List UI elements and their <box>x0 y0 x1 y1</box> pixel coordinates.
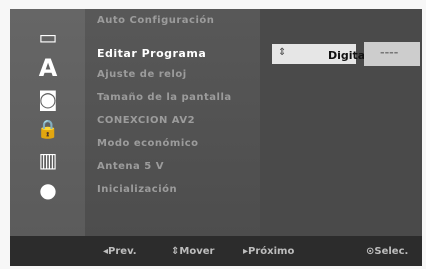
menu-item-eco-mode[interactable]: Modo económico <box>97 138 199 149</box>
audio-icon[interactable]: ◙ <box>27 86 69 112</box>
next-hint: ▸Próximo <box>243 246 295 257</box>
film-icon[interactable]: ▥ <box>27 147 69 173</box>
menu-item-clock[interactable]: Ajuste de reloj <box>97 69 187 80</box>
tv-icon[interactable]: ▭ <box>27 24 69 50</box>
disc-icon[interactable]: ● <box>27 177 69 203</box>
edit-field-value: ---- <box>380 46 399 59</box>
updown-arrow-icon: ⇕ <box>278 47 287 58</box>
menu-item-av2[interactable]: CONEXCION AV2 <box>97 115 195 126</box>
menu-item-edit-program[interactable]: Editar Programa <box>97 47 206 60</box>
select-hint: ⊙Selec. <box>366 246 409 257</box>
program-type-value: Digital <box>328 49 369 62</box>
footer-help-bar <box>10 236 422 266</box>
move-hint: ⇕Mover <box>171 246 215 257</box>
lock-icon[interactable]: 🔒 <box>27 117 69 143</box>
language-icon[interactable]: A <box>27 55 69 81</box>
icon-sidebar: ▭ A ◙ 🔒 ▥ ● <box>10 9 85 236</box>
menu-item-auto-config[interactable]: Auto Configuración <box>97 15 214 26</box>
menu-item-screen-size[interactable]: Tamaño de la pantalla <box>97 92 232 103</box>
prev-hint: ◂Prev. <box>103 246 137 257</box>
settings-menu: Auto Configuración Editar Programa Ajust… <box>85 9 260 236</box>
menu-item-init[interactable]: Inicialización <box>97 184 177 195</box>
menu-item-antenna[interactable]: Antena 5 V <box>97 161 164 172</box>
